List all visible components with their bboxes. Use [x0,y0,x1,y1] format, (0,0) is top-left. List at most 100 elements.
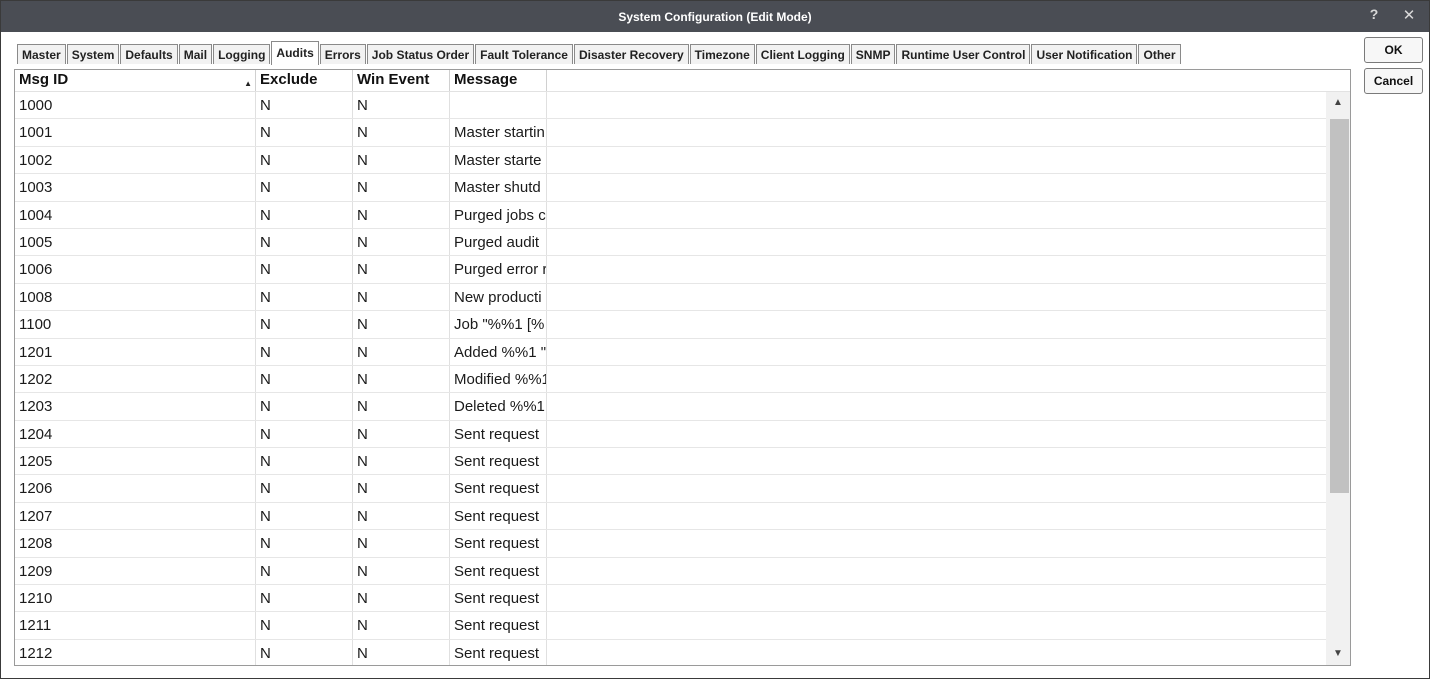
cell-message[interactable]: New producti [450,283,547,311]
cancel-button[interactable]: Cancel [1364,68,1423,94]
cell-exclude[interactable]: N [256,92,353,119]
table-row[interactable]: 1004 N N Purged jobs c [15,201,1326,229]
cell-message[interactable]: Sent request [450,475,547,502]
table-row[interactable]: 1205 N N Sent request [15,448,1326,476]
cell-msg-id[interactable]: 1003 [15,174,256,201]
column-header-win-event[interactable]: Win Event [353,70,450,91]
column-header-msg-id[interactable]: Msg ID ▲ [15,70,256,91]
tab-logging[interactable]: Logging [213,44,271,64]
cell-msg-id[interactable]: 1005 [15,228,256,256]
table-row[interactable]: 1212 N N Sent request [15,639,1326,665]
table-row[interactable]: 1209 N N Sent request [15,557,1326,586]
ok-button[interactable]: OK [1364,37,1423,63]
cell-win-event[interactable]: N [353,393,450,420]
cell-msg-id[interactable]: 1006 [15,256,256,283]
cell-msg-id[interactable]: 1210 [15,585,256,612]
cell-message[interactable]: Sent request [450,420,547,448]
cell-exclude[interactable]: N [256,530,353,557]
table-row[interactable]: 1204 N N Sent request [15,420,1326,449]
cell-msg-id[interactable]: 1001 [15,119,256,146]
tab-timezone[interactable]: Timezone [689,44,755,64]
table-row[interactable]: 1008 N N New producti [15,283,1326,312]
help-icon[interactable]: ? [1367,6,1381,24]
table-row[interactable]: 1201 N N Added %%1 " [15,338,1326,366]
table-row[interactable]: 1002 N N Master starte [15,146,1326,175]
table-row[interactable]: 1207 N N Sent request [15,502,1326,531]
tab-client-logging[interactable]: Client Logging [755,44,850,64]
cell-exclude[interactable]: N [256,420,353,448]
cell-exclude[interactable]: N [256,475,353,502]
cell-msg-id[interactable]: 1203 [15,393,256,420]
cell-msg-id[interactable]: 1206 [15,475,256,502]
cell-exclude[interactable]: N [256,228,353,256]
tab-defaults[interactable]: Defaults [120,44,178,64]
cell-win-event[interactable]: N [353,365,450,393]
tab-mail[interactable]: Mail [178,44,213,64]
tab-disaster-recovery[interactable]: Disaster Recovery [573,44,689,64]
cell-message[interactable]: Deleted %%1 [450,393,547,420]
cell-exclude[interactable]: N [256,502,353,530]
cell-message[interactable]: Modified %%1 [450,365,547,393]
cell-exclude[interactable]: N [256,612,353,639]
cell-msg-id[interactable]: 1211 [15,612,256,639]
cell-msg-id[interactable]: 1100 [15,311,256,338]
tab-master[interactable]: Master [17,44,66,64]
close-icon[interactable]: ✕ [1401,6,1417,24]
cell-message[interactable]: Sent request [450,557,547,585]
table-row[interactable]: 1211 N N Sent request [15,612,1326,640]
cell-exclude[interactable]: N [256,448,353,475]
cell-msg-id[interactable]: 1000 [15,92,256,119]
tab-other[interactable]: Other [1138,44,1181,64]
cell-exclude[interactable]: N [256,639,353,665]
tab-snmp[interactable]: SNMP [850,44,896,64]
cell-win-event[interactable]: N [353,639,450,665]
table-row[interactable]: 1001 N N Master startin [15,119,1326,147]
table-row[interactable]: 1202 N N Modified %%1 [15,365,1326,394]
cell-win-event[interactable]: N [353,448,450,475]
scroll-down-icon[interactable]: ▼ [1326,643,1350,665]
cell-msg-id[interactable]: 1205 [15,448,256,475]
cell-exclude[interactable]: N [256,119,353,146]
column-header-message[interactable]: Message [450,70,547,91]
cell-win-event[interactable]: N [353,530,450,557]
cell-message[interactable]: Job "%%1 [% [450,311,547,338]
table-row[interactable]: 1000 N N [15,92,1326,120]
cell-msg-id[interactable]: 1209 [15,557,256,585]
cell-message[interactable]: Purged jobs c [450,201,547,228]
cell-msg-id[interactable]: 1008 [15,283,256,311]
vertical-scrollbar[interactable]: ▲ ▼ [1326,92,1350,665]
cell-win-event[interactable]: N [353,475,450,502]
cell-win-event[interactable]: N [353,420,450,448]
cell-exclude[interactable]: N [256,557,353,585]
cell-exclude[interactable]: N [256,338,353,365]
cell-message[interactable]: Master starte [450,146,547,174]
table-row[interactable]: 1208 N N Sent request [15,530,1326,558]
cell-win-event[interactable]: N [353,338,450,365]
cell-exclude[interactable]: N [256,201,353,228]
cell-message[interactable]: Sent request [450,448,547,475]
cell-win-event[interactable]: N [353,119,450,146]
cell-message[interactable]: Sent request [450,639,547,665]
scroll-thumb[interactable] [1330,119,1349,493]
cell-exclude[interactable]: N [256,256,353,283]
cell-message[interactable]: Purged error r [450,256,547,283]
table-row[interactable]: 1206 N N Sent request [15,475,1326,503]
cell-exclude[interactable]: N [256,585,353,612]
cell-message[interactable]: Sent request [450,502,547,530]
cell-win-event[interactable]: N [353,92,450,119]
cell-exclude[interactable]: N [256,283,353,311]
cell-message[interactable] [450,92,547,119]
table-row[interactable]: 1100 N N Job "%%1 [% [15,311,1326,339]
cell-win-event[interactable]: N [353,311,450,338]
cell-win-event[interactable]: N [353,283,450,311]
tab-job-status-order[interactable]: Job Status Order [366,44,475,64]
cell-msg-id[interactable]: 1208 [15,530,256,557]
cell-win-event[interactable]: N [353,146,450,174]
tab-user-notification[interactable]: User Notification [1031,44,1138,64]
cell-msg-id[interactable]: 1202 [15,365,256,393]
tab-runtime-user-control[interactable]: Runtime User Control [896,44,1031,64]
cell-exclude[interactable]: N [256,393,353,420]
cell-msg-id[interactable]: 1201 [15,338,256,365]
cell-win-event[interactable]: N [353,585,450,612]
cell-message[interactable]: Master shutd [450,174,547,201]
